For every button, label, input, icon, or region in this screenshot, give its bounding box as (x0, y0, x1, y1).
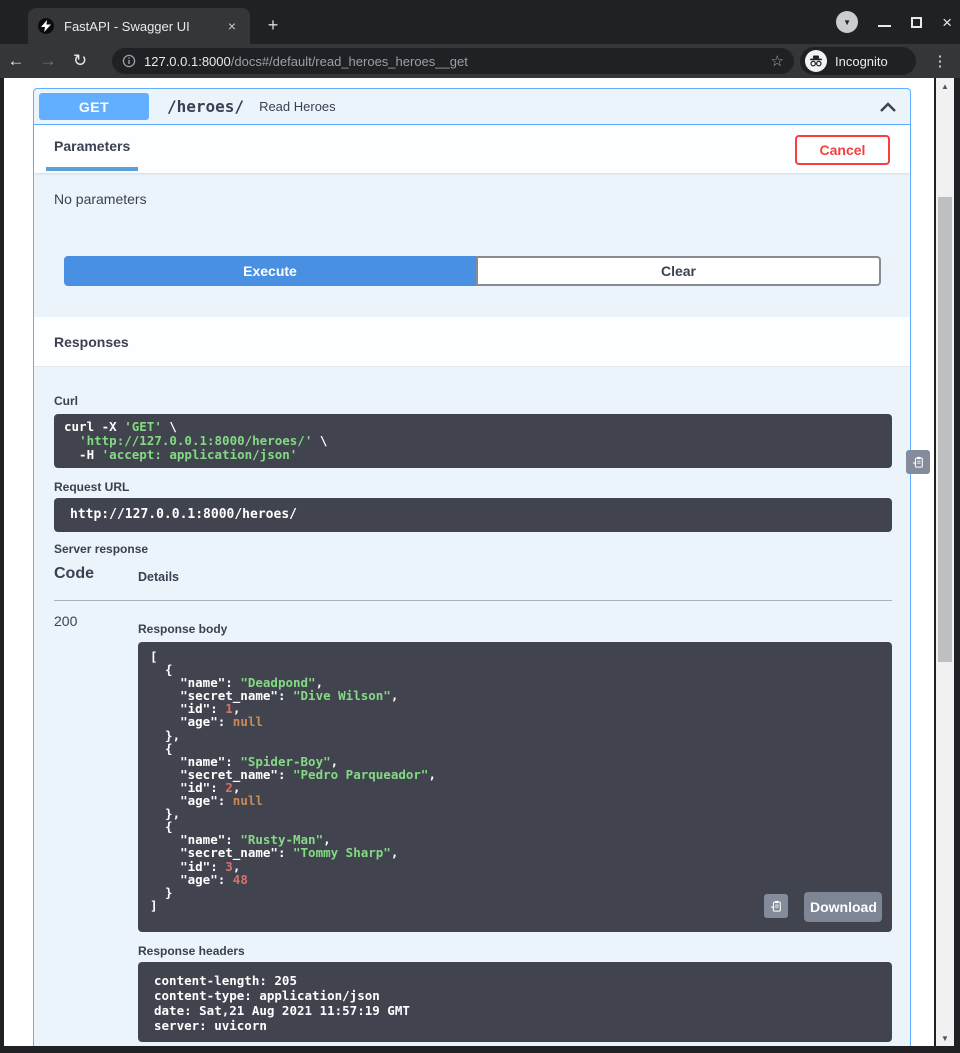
response-headers-block: content-length: 205content-type: applica… (138, 962, 892, 1042)
url-text[interactable]: 127.0.0.1:8000/docs#/default/read_heroes… (144, 54, 765, 69)
clear-button[interactable]: Clear (476, 256, 881, 286)
responses-title: Responses (54, 334, 129, 350)
response-headers-label: Response headers (138, 944, 245, 958)
endpoint-path: /heroes/ (167, 97, 244, 116)
fastapi-favicon-icon (38, 18, 54, 34)
opblock-get-heroes: GET /heroes/ Read Heroes Parameters Canc… (33, 88, 911, 1046)
endpoint-summary: Read Heroes (259, 99, 336, 114)
responses-section-header: Responses (34, 317, 910, 367)
close-window-button[interactable]: × (942, 14, 952, 31)
browser-tab[interactable]: FastAPI - Swagger UI × (28, 8, 250, 44)
incognito-icon (805, 50, 827, 72)
minimize-button[interactable] (878, 25, 891, 27)
browser-titlebar: FastAPI - Swagger UI × + ▼ × (0, 0, 960, 44)
address-bar[interactable]: 127.0.0.1:8000/docs#/default/read_heroes… (112, 48, 794, 74)
request-url-value: http://127.0.0.1:8000/heroes/ (70, 507, 876, 523)
opblock-header[interactable]: GET /heroes/ Read Heroes (34, 89, 910, 125)
method-badge: GET (39, 93, 149, 120)
execute-button[interactable]: Execute (64, 256, 476, 286)
download-button[interactable]: Download (804, 892, 882, 922)
code-column-header: Code (54, 565, 94, 583)
scroll-down-icon[interactable]: ▼ (936, 1030, 954, 1046)
details-column-header: Details (138, 570, 179, 584)
browser-menu-icon[interactable]: ⋮ (928, 44, 952, 78)
parameters-tab-underline (46, 167, 138, 171)
incognito-label: Incognito (835, 54, 888, 69)
cancel-button[interactable]: Cancel (795, 135, 890, 165)
window-frame-bottom (0, 1046, 960, 1053)
scroll-up-icon[interactable]: ▲ (936, 78, 954, 94)
info-icon[interactable] (122, 54, 136, 68)
curl-code-block: curl -X 'GET' \ 'http://127.0.0.1:8000/h… (54, 414, 892, 468)
response-body-block: Download [ { "name": "Deadpond", "secret… (138, 642, 892, 932)
curl-label: Curl (54, 394, 78, 408)
window-frame-right (954, 78, 960, 1053)
page-scrollbar[interactable]: ▲ ▼ (936, 78, 954, 1046)
url-path: /docs#/default/read_heroes_heroes__get (231, 54, 468, 69)
scrollbar-thumb[interactable] (938, 197, 952, 662)
no-parameters-text: No parameters (54, 191, 147, 207)
parameters-section-header: Parameters Cancel (34, 125, 910, 173)
tab-parameters[interactable]: Parameters (54, 138, 130, 154)
new-tab-button[interactable]: + (260, 12, 286, 38)
tab-title: FastAPI - Swagger UI (64, 19, 224, 34)
request-url-label: Request URL (54, 480, 129, 494)
window-controls: ▼ × (836, 0, 952, 44)
maximize-button[interactable] (911, 17, 922, 28)
incognito-badge: Incognito (800, 47, 916, 75)
server-response-label: Server response (54, 542, 148, 556)
forward-icon[interactable]: → (32, 51, 64, 71)
url-host: 127.0.0.1:8000 (144, 54, 231, 69)
execute-row: Execute Clear (64, 256, 881, 286)
browser-update-icon[interactable]: ▼ (836, 11, 858, 33)
browser-window: FastAPI - Swagger UI × + ▼ × ← → ↻ 127.0… (0, 0, 960, 1053)
status-code: 200 (54, 613, 77, 629)
table-divider (54, 600, 892, 601)
window-frame-left (0, 78, 4, 1053)
copy-response-button[interactable] (764, 894, 788, 918)
bookmark-star-icon[interactable]: ☆ (771, 52, 784, 70)
copy-curl-button[interactable] (906, 450, 930, 474)
back-icon[interactable]: ← (0, 51, 32, 71)
collapse-chevron-icon[interactable] (878, 100, 898, 114)
request-url-block: http://127.0.0.1:8000/heroes/ (54, 498, 892, 532)
refresh-icon[interactable]: ↻ (64, 51, 96, 71)
page-content: GET /heroes/ Read Heroes Parameters Canc… (4, 78, 934, 1046)
response-body-label: Response body (138, 622, 227, 636)
tab-close-icon[interactable]: × (224, 17, 240, 35)
